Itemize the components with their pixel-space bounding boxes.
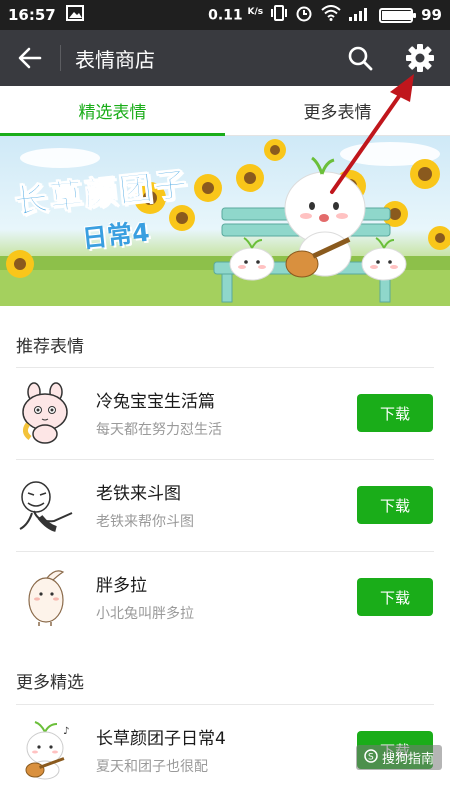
- network-speed-value: 0.11: [208, 7, 243, 24]
- sticker-description: 老铁来帮你斗图: [96, 514, 194, 530]
- list-divider: [16, 459, 434, 460]
- sticker-name: 冷兔宝宝生活篇: [96, 392, 215, 412]
- notification-image-icon: [65, 5, 84, 25]
- settings-button[interactable]: [390, 30, 450, 86]
- bun-guitar-sticker-icon: ♪: [25, 721, 69, 780]
- banner-illustration: [0, 139, 450, 306]
- sticker-thumbnail: [14, 473, 78, 537]
- sticker-name: 长草颜团子日常4: [96, 729, 226, 749]
- back-button[interactable]: [0, 30, 60, 86]
- sticker-thumbnail: ♪: [14, 718, 78, 782]
- network-speed: 0.11 K/s: [208, 7, 263, 24]
- signal-icon: [349, 5, 371, 25]
- featured-banner[interactable]: 长草颜团子 日常4: [0, 136, 450, 306]
- list-divider: [16, 704, 434, 705]
- battery-icon: [379, 7, 417, 23]
- list-divider: [16, 367, 434, 368]
- download-button[interactable]: 下载: [357, 578, 433, 616]
- sticker-thumbnail: [14, 565, 78, 629]
- alarm-icon: [295, 4, 313, 26]
- bunny-sticker-icon: [22, 382, 68, 444]
- sticker-description: 小北兔叫胖多拉: [96, 606, 194, 622]
- download-button[interactable]: 下载: [357, 394, 433, 432]
- tab-bar: 精选表情 更多表情: [0, 86, 450, 136]
- wifi-icon: [321, 5, 341, 25]
- search-button[interactable]: [330, 30, 390, 86]
- banner-subtitle: 日常4: [80, 217, 151, 254]
- sticker-description: 夏天和团子也很配: [96, 759, 208, 775]
- status-time: 16:57: [8, 6, 56, 24]
- watermark: S 搜狗指南: [355, 745, 442, 770]
- sticker-name: 胖多拉: [96, 576, 147, 596]
- tab-more-stickers[interactable]: 更多表情: [225, 86, 450, 135]
- section-title-recommended: 推荐表情: [16, 337, 84, 357]
- rabbit-sticker-icon: [28, 570, 65, 626]
- download-button[interactable]: 下载: [357, 486, 433, 524]
- app-bar: 表情商店: [0, 30, 450, 86]
- page-title: 表情商店: [75, 47, 155, 72]
- sticker-name: 老铁来斗图: [96, 484, 181, 504]
- battery-level: 99: [421, 6, 442, 24]
- watermark-text: 搜狗指南: [381, 752, 434, 767]
- sticker-list-item[interactable]: 冷兔宝宝生活篇 每天都在努力怼生活 下载: [0, 367, 450, 459]
- status-bar: 16:57 0.11 K/s 99: [0, 0, 450, 30]
- section-title-more: 更多精选: [16, 673, 84, 693]
- list-divider: [16, 551, 434, 552]
- arrow-left-icon: [18, 47, 42, 69]
- meme-face-sticker-icon: [19, 481, 73, 532]
- network-speed-unit: K/s: [247, 6, 264, 17]
- sticker-list-item[interactable]: 胖多拉 小北兔叫胖多拉 下载: [0, 551, 450, 643]
- title-divider: [60, 45, 61, 71]
- vibrate-icon: [271, 4, 288, 26]
- search-icon: [348, 46, 373, 71]
- sticker-thumbnail: [14, 381, 78, 445]
- sticker-list-item[interactable]: 老铁来斗图 老铁来帮你斗图 下载: [0, 459, 450, 551]
- watermark-logo-icon: S: [364, 748, 378, 767]
- gear-icon: [406, 44, 434, 72]
- tab-featured[interactable]: 精选表情: [0, 86, 225, 136]
- svg-text:♪: ♪: [63, 726, 69, 737]
- sticker-description: 每天都在努力怼生活: [96, 422, 222, 438]
- svg-text:S: S: [368, 752, 374, 762]
